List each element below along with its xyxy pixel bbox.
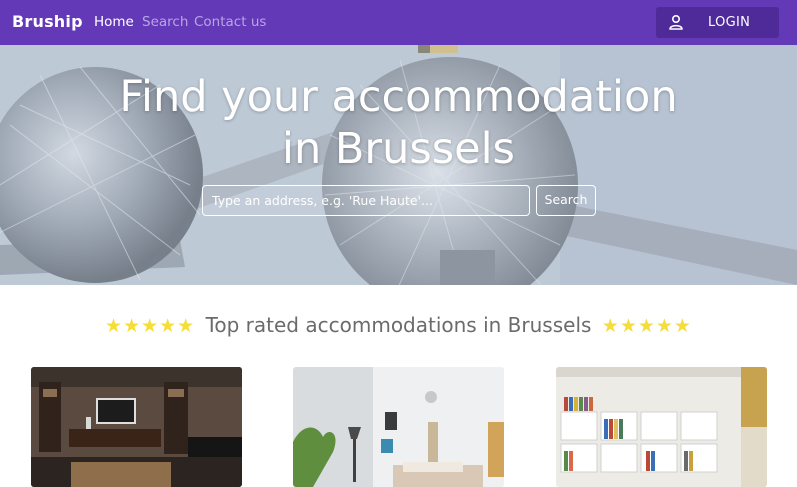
bookshelf-room-photo xyxy=(556,367,767,487)
user-icon xyxy=(669,14,683,30)
living-room-photo xyxy=(31,367,242,487)
nav-link-search[interactable]: Search xyxy=(142,14,188,30)
accommodation-card-bookshelf[interactable] xyxy=(556,367,767,487)
hero-title-line-2: in Brussels xyxy=(282,124,515,174)
section-title: Top rated accommodations in Brussels xyxy=(205,313,592,337)
top-navbar: Bruship Home Search Contact us LOGIN xyxy=(0,0,797,45)
hero-title-line-1: Find your accommodation xyxy=(119,72,678,122)
section-heading: ★★★★★ Top rated accommodations in Brusse… xyxy=(0,313,797,337)
hero-title: Find your accommodation in Brussels xyxy=(0,71,797,175)
hero-banner: Find your accommodation in Brussels Sear… xyxy=(0,45,797,285)
nav-link-home[interactable]: Home xyxy=(94,14,134,30)
star-rating-right-icon: ★★★★★ xyxy=(601,315,692,337)
accommodation-card-bedroom[interactable] xyxy=(293,367,504,487)
login-label: LOGIN xyxy=(708,15,751,30)
address-search-input[interactable] xyxy=(202,185,530,216)
nav-link-contact[interactable]: Contact us xyxy=(194,14,266,30)
search-button[interactable]: Search xyxy=(536,185,596,216)
accommodation-card-living-room[interactable] xyxy=(31,367,242,487)
login-button[interactable]: LOGIN xyxy=(656,7,779,38)
brand-logo[interactable]: Bruship xyxy=(12,12,83,31)
bedroom-photo xyxy=(293,367,504,487)
star-rating-left-icon: ★★★★★ xyxy=(105,315,196,337)
